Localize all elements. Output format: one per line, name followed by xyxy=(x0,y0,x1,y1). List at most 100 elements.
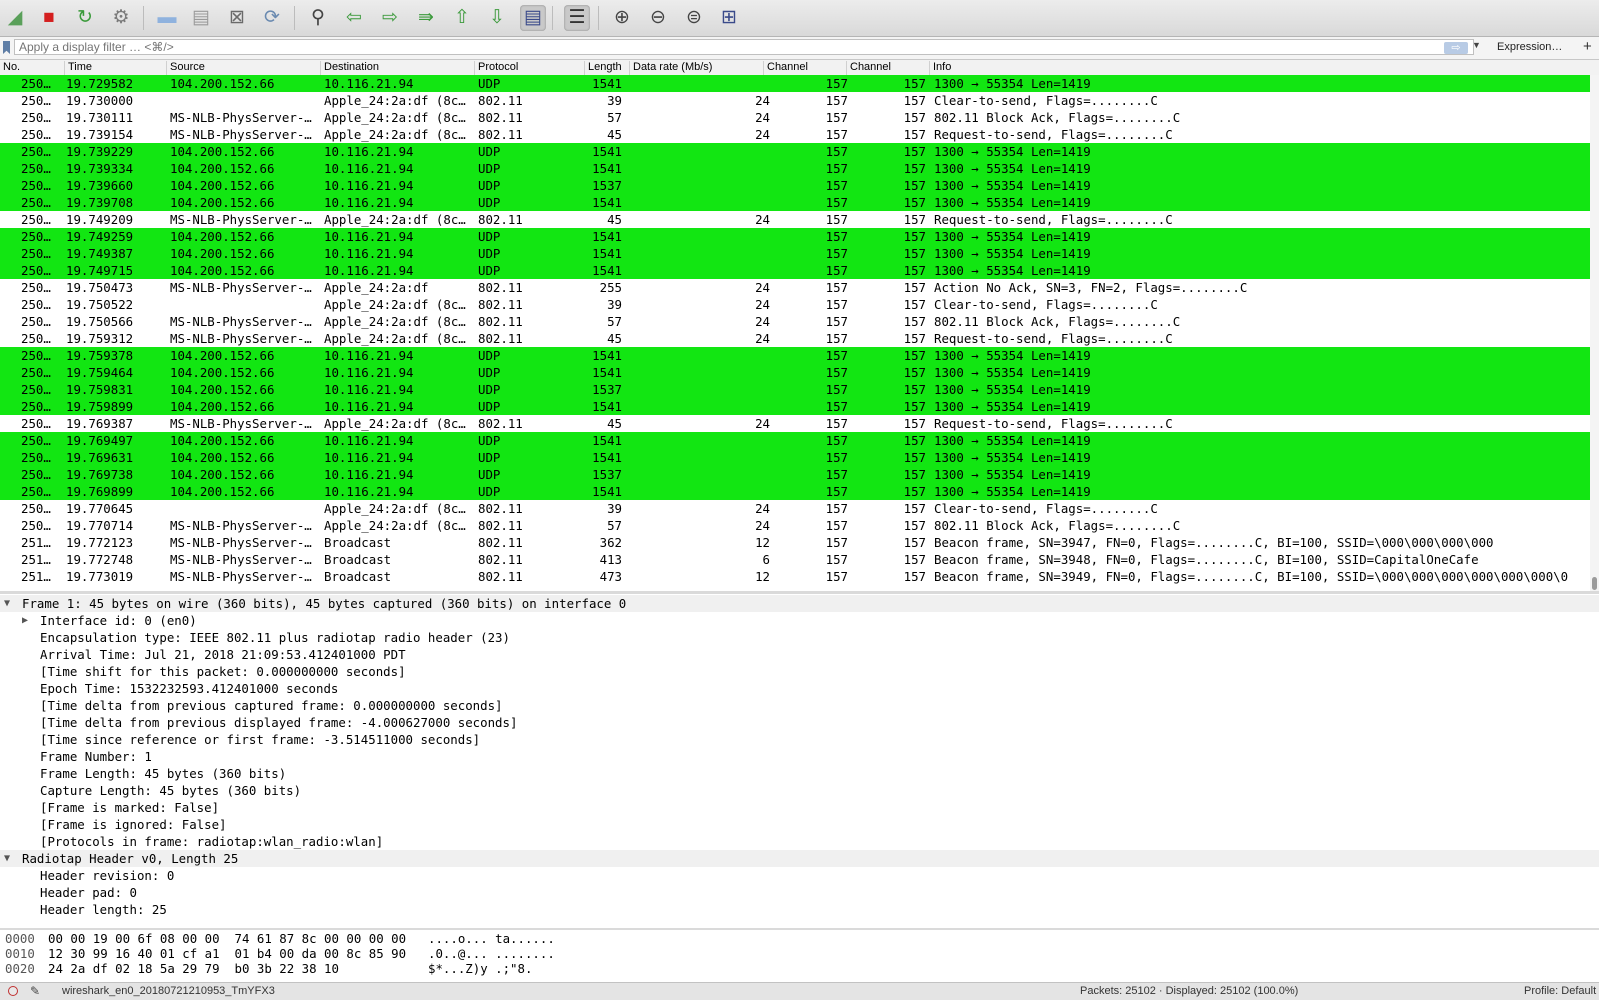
expanded-arrow-icon[interactable]: ▼ xyxy=(4,595,10,612)
details-field-row[interactable]: [Time delta from previous captured frame… xyxy=(0,697,1599,714)
details-field-row[interactable]: Header length: 25 xyxy=(0,901,1599,918)
packet-row[interactable]: 250… 19.749209 MS-NLB-PhysServer-… Apple_24… xyxy=(0,211,1590,228)
details-field-row[interactable]: [Time since reference or first frame: -3… xyxy=(0,731,1599,748)
expert-info-icon[interactable] xyxy=(8,986,18,996)
details-field-row[interactable]: Header pad: 0 xyxy=(0,884,1599,901)
details-field-row[interactable]: Arrival Time: Jul 21, 2018 21:09:53.4124… xyxy=(0,646,1599,663)
details-section-row[interactable]: ▼ Frame 1: 45 bytes on wire (360 bits), 4… xyxy=(0,595,1599,612)
column-header[interactable]: Time xyxy=(64,61,92,75)
display-filter-input[interactable] xyxy=(14,39,1474,55)
close-file-icon[interactable]: ⊠ xyxy=(224,5,250,31)
filter-bookmark-icon[interactable] xyxy=(3,41,10,54)
packet-row[interactable]: 250… 19.759378 104.200.152.66 10.116.21.94 U… xyxy=(0,347,1590,364)
packet-row[interactable]: 250… 19.759312 MS-NLB-PhysServer-… Apple_24… xyxy=(0,330,1590,347)
packet-list-scrollbar[interactable] xyxy=(1590,75,1599,591)
apply-filter-arrow-icon[interactable]: ⇨ xyxy=(1444,42,1468,54)
shark-fin-start-icon[interactable]: ◢ xyxy=(2,5,28,31)
packet-cell-len: 1541 xyxy=(592,161,622,176)
packet-row[interactable]: 251… 19.773019 MS-NLB-PhysServer-… Broadcas… xyxy=(0,568,1590,585)
autoscroll-icon[interactable]: ▤ xyxy=(520,5,546,31)
filter-history-dropdown-icon[interactable]: ▼ xyxy=(1472,40,1481,50)
packet-row[interactable]: 250… 19.750522 Apple_24:2a:df (8c… 802.11 39… xyxy=(0,296,1590,313)
details-field-row[interactable]: [Time delta from previous displayed fram… xyxy=(0,714,1599,731)
packet-row[interactable]: 250… 19.739154 MS-NLB-PhysServer-… Apple_24… xyxy=(0,126,1590,143)
packet-row[interactable]: 250… 19.750473 MS-NLB-PhysServer-… Apple_24… xyxy=(0,279,1590,296)
details-field-row[interactable]: Frame Length: 45 bytes (360 bits) xyxy=(0,765,1599,782)
reload-file-icon[interactable]: ⟳ xyxy=(259,5,285,31)
bytes-row[interactable]: 0010 12 30 99 16 40 01 cf a1 01 b4 00 da … xyxy=(0,946,1599,961)
go-to-packet-icon[interactable]: ⇛ xyxy=(413,5,439,31)
profile-status[interactable]: Profile: Default xyxy=(1524,983,1596,1000)
packet-row[interactable]: 250… 19.769899 104.200.152.66 10.116.21.94 U… xyxy=(0,483,1590,500)
details-section-row[interactable]: ▼ Radiotap Header v0, Length 25 xyxy=(0,850,1599,867)
packet-row[interactable]: 250… 19.730111 MS-NLB-PhysServer-… Apple_24… xyxy=(0,109,1590,126)
stop-capture-icon[interactable]: ■ xyxy=(36,5,62,31)
packet-list[interactable]: 250… 19.729582 104.200.152.66 10.116.21.94 U… xyxy=(0,75,1590,591)
column-header[interactable]: Info xyxy=(929,61,951,75)
packet-list-scrollbar-thumb[interactable] xyxy=(1592,577,1597,590)
column-header[interactable]: Destination xyxy=(320,61,379,75)
packet-row[interactable]: 251… 19.772748 MS-NLB-PhysServer-… Broadcas… xyxy=(0,551,1590,568)
packet-row[interactable]: 250… 19.739229 104.200.152.66 10.116.21.94 U… xyxy=(0,143,1590,160)
packet-row[interactable]: 250… 19.759831 104.200.152.66 10.116.21.94 U… xyxy=(0,381,1590,398)
packet-row[interactable]: 250… 19.749715 104.200.152.66 10.116.21.94 U… xyxy=(0,262,1590,279)
bytes-row[interactable]: 0000 00 00 19 00 6f 08 00 00 74 61 87 8c … xyxy=(0,931,1599,946)
packet-row[interactable]: 250… 19.729582 104.200.152.66 10.116.21.94 U… xyxy=(0,75,1590,92)
packet-row[interactable]: 250… 19.749387 104.200.152.66 10.116.21.94 U… xyxy=(0,245,1590,262)
packet-row[interactable]: 250… 19.759899 104.200.152.66 10.116.21.94 U… xyxy=(0,398,1590,415)
packet-row[interactable]: 250… 19.769738 104.200.152.66 10.116.21.94 U… xyxy=(0,466,1590,483)
find-packet-icon[interactable]: ⚲ xyxy=(305,5,331,31)
details-field-row[interactable]: [Protocols in frame: radiotap:wlan_radio… xyxy=(0,833,1599,850)
go-forward-icon[interactable]: ⇨ xyxy=(377,5,403,31)
zoom-out-icon[interactable]: ⊖ xyxy=(645,5,671,31)
expanded-arrow-icon[interactable]: ▼ xyxy=(4,850,10,867)
zoom-in-icon[interactable]: ⊕ xyxy=(609,5,635,31)
column-header[interactable]: No. xyxy=(0,61,20,75)
packet-row[interactable]: 250… 19.770645 Apple_24:2a:df (8c… 802.11 39… xyxy=(0,500,1590,517)
resize-columns-icon[interactable]: ⊞ xyxy=(716,5,742,31)
packet-row[interactable]: 250… 19.769497 104.200.152.66 10.116.21.94 U… xyxy=(0,432,1590,449)
packet-row[interactable]: 250… 19.770714 MS-NLB-PhysServer-… Apple_24… xyxy=(0,517,1590,534)
details-field-row[interactable]: [Frame is ignored: False] xyxy=(0,816,1599,833)
packet-row[interactable]: 250… 19.730000 Apple_24:2a:df (8c… 802.11 39… xyxy=(0,92,1590,109)
details-field-row[interactable]: ▶ Interface id: 0 (en0) xyxy=(0,612,1599,629)
zoom-normal-icon[interactable]: ⊜ xyxy=(681,5,707,31)
packet-bytes-pane[interactable]: 0000 00 00 19 00 6f 08 00 00 74 61 87 8c … xyxy=(0,930,1599,981)
packet-row[interactable]: 250… 19.739708 104.200.152.66 10.116.21.94 U… xyxy=(0,194,1590,211)
column-header[interactable]: Data rate (Mb/s) xyxy=(629,61,712,75)
packet-row[interactable]: 250… 19.769387 MS-NLB-PhysServer-… Apple_24… xyxy=(0,415,1590,432)
packet-row[interactable]: 250… 19.750566 MS-NLB-PhysServer-… Apple_24… xyxy=(0,313,1590,330)
add-filter-button-icon[interactable]: + xyxy=(1583,38,1592,55)
column-header[interactable]: Length xyxy=(584,61,622,75)
column-header[interactable]: Channel xyxy=(763,61,808,75)
save-file-icon[interactable]: ▤ xyxy=(188,5,214,31)
column-header[interactable]: Source xyxy=(166,61,205,75)
details-field-row[interactable]: [Time shift for this packet: 0.000000000… xyxy=(0,663,1599,680)
packet-row[interactable]: 250… 19.759464 104.200.152.66 10.116.21.94 U… xyxy=(0,364,1590,381)
capture-comment-icon[interactable]: ✎ xyxy=(30,983,40,1000)
column-header[interactable]: Channel xyxy=(846,61,891,75)
details-field-row[interactable]: Frame Number: 1 xyxy=(0,748,1599,765)
packet-details-pane[interactable]: ▼ Frame 1: 45 bytes on wire (360 bits), 4… xyxy=(0,594,1599,928)
details-field-row[interactable]: Epoch Time: 1532232593.412401000 seconds xyxy=(0,680,1599,697)
capture-options-icon[interactable]: ⚙ xyxy=(108,5,134,31)
packet-row[interactable]: 250… 19.739334 104.200.152.66 10.116.21.94 U… xyxy=(0,160,1590,177)
column-header[interactable]: Protocol xyxy=(474,61,518,75)
last-packet-icon[interactable]: ⇩ xyxy=(484,5,510,31)
packet-row[interactable]: 250… 19.769631 104.200.152.66 10.116.21.94 U… xyxy=(0,449,1590,466)
expression-button[interactable]: Expression… xyxy=(1497,41,1562,53)
details-field-row[interactable]: Capture Length: 45 bytes (360 bits) xyxy=(0,782,1599,799)
colorize-icon[interactable]: ☰ xyxy=(564,5,590,31)
packet-row[interactable]: 250… 19.739660 104.200.152.66 10.116.21.94 U… xyxy=(0,177,1590,194)
restart-capture-icon[interactable]: ↻ xyxy=(72,5,98,31)
packet-row[interactable]: 251… 19.772123 MS-NLB-PhysServer-… Broadcas… xyxy=(0,534,1590,551)
details-field-row[interactable]: [Frame is marked: False] xyxy=(0,799,1599,816)
bytes-row[interactable]: 0020 24 2a df 02 18 5a 29 79 b0 3b 22 38 … xyxy=(0,961,1599,976)
collapsed-arrow-icon[interactable]: ▶ xyxy=(22,612,28,629)
open-file-icon[interactable]: ▬ xyxy=(154,5,180,31)
details-field-row[interactable]: Header revision: 0 xyxy=(0,867,1599,884)
packet-row[interactable]: 250… 19.749259 104.200.152.66 10.116.21.94 U… xyxy=(0,228,1590,245)
details-field-row[interactable]: Encapsulation type: IEEE 802.11 plus rad… xyxy=(0,629,1599,646)
first-packet-icon[interactable]: ⇧ xyxy=(449,5,475,31)
go-back-icon[interactable]: ⇦ xyxy=(341,5,367,31)
